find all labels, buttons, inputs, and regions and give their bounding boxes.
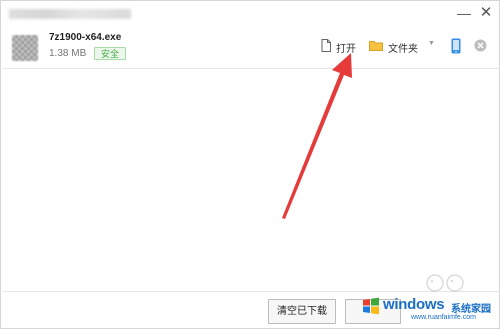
watermark-brand: windows [383, 296, 445, 313]
chevron-down-icon[interactable]: ▼ [428, 40, 435, 47]
clear-downloaded-button[interactable]: 清空已下载 [268, 299, 336, 324]
windows-logo-icon [363, 297, 379, 315]
download-item[interactable]: 7z1900-x64.exe 1.38 MB 安全 打开 文件夹 ▼ [2, 26, 500, 69]
download-manager-window: — ✕ 7z1900-x64.exe 1.38 MB 安全 打开 文件夹 ▼ 清… [0, 0, 500, 329]
folder-button[interactable]: 文件夹 [369, 39, 418, 55]
watermark-brand-cn: 系统家园 [451, 304, 491, 315]
open-label: 打开 [336, 43, 356, 55]
minimize-button[interactable]: — [453, 3, 475, 23]
folder-icon [369, 40, 383, 54]
close-button[interactable]: ✕ [475, 3, 497, 23]
close-circle-icon[interactable] [474, 39, 487, 57]
phone-icon[interactable] [451, 38, 461, 59]
folder-label: 文件夹 [388, 43, 418, 55]
file-size: 1.38 MB [49, 48, 87, 59]
title-bar: — ✕ [1, 1, 500, 25]
file-name: 7z1900-x64.exe [49, 32, 122, 43]
blurred-title [9, 9, 131, 19]
open-button[interactable]: 打开 [321, 39, 356, 55]
document-icon [321, 39, 331, 55]
safe-badge: 安全 [94, 47, 127, 60]
watermark: windows 系统家园 www.ruanfaimfe.com [361, 292, 497, 328]
watermark-url: www.ruanfaimfe.com [411, 314, 476, 321]
file-icon [12, 35, 38, 61]
